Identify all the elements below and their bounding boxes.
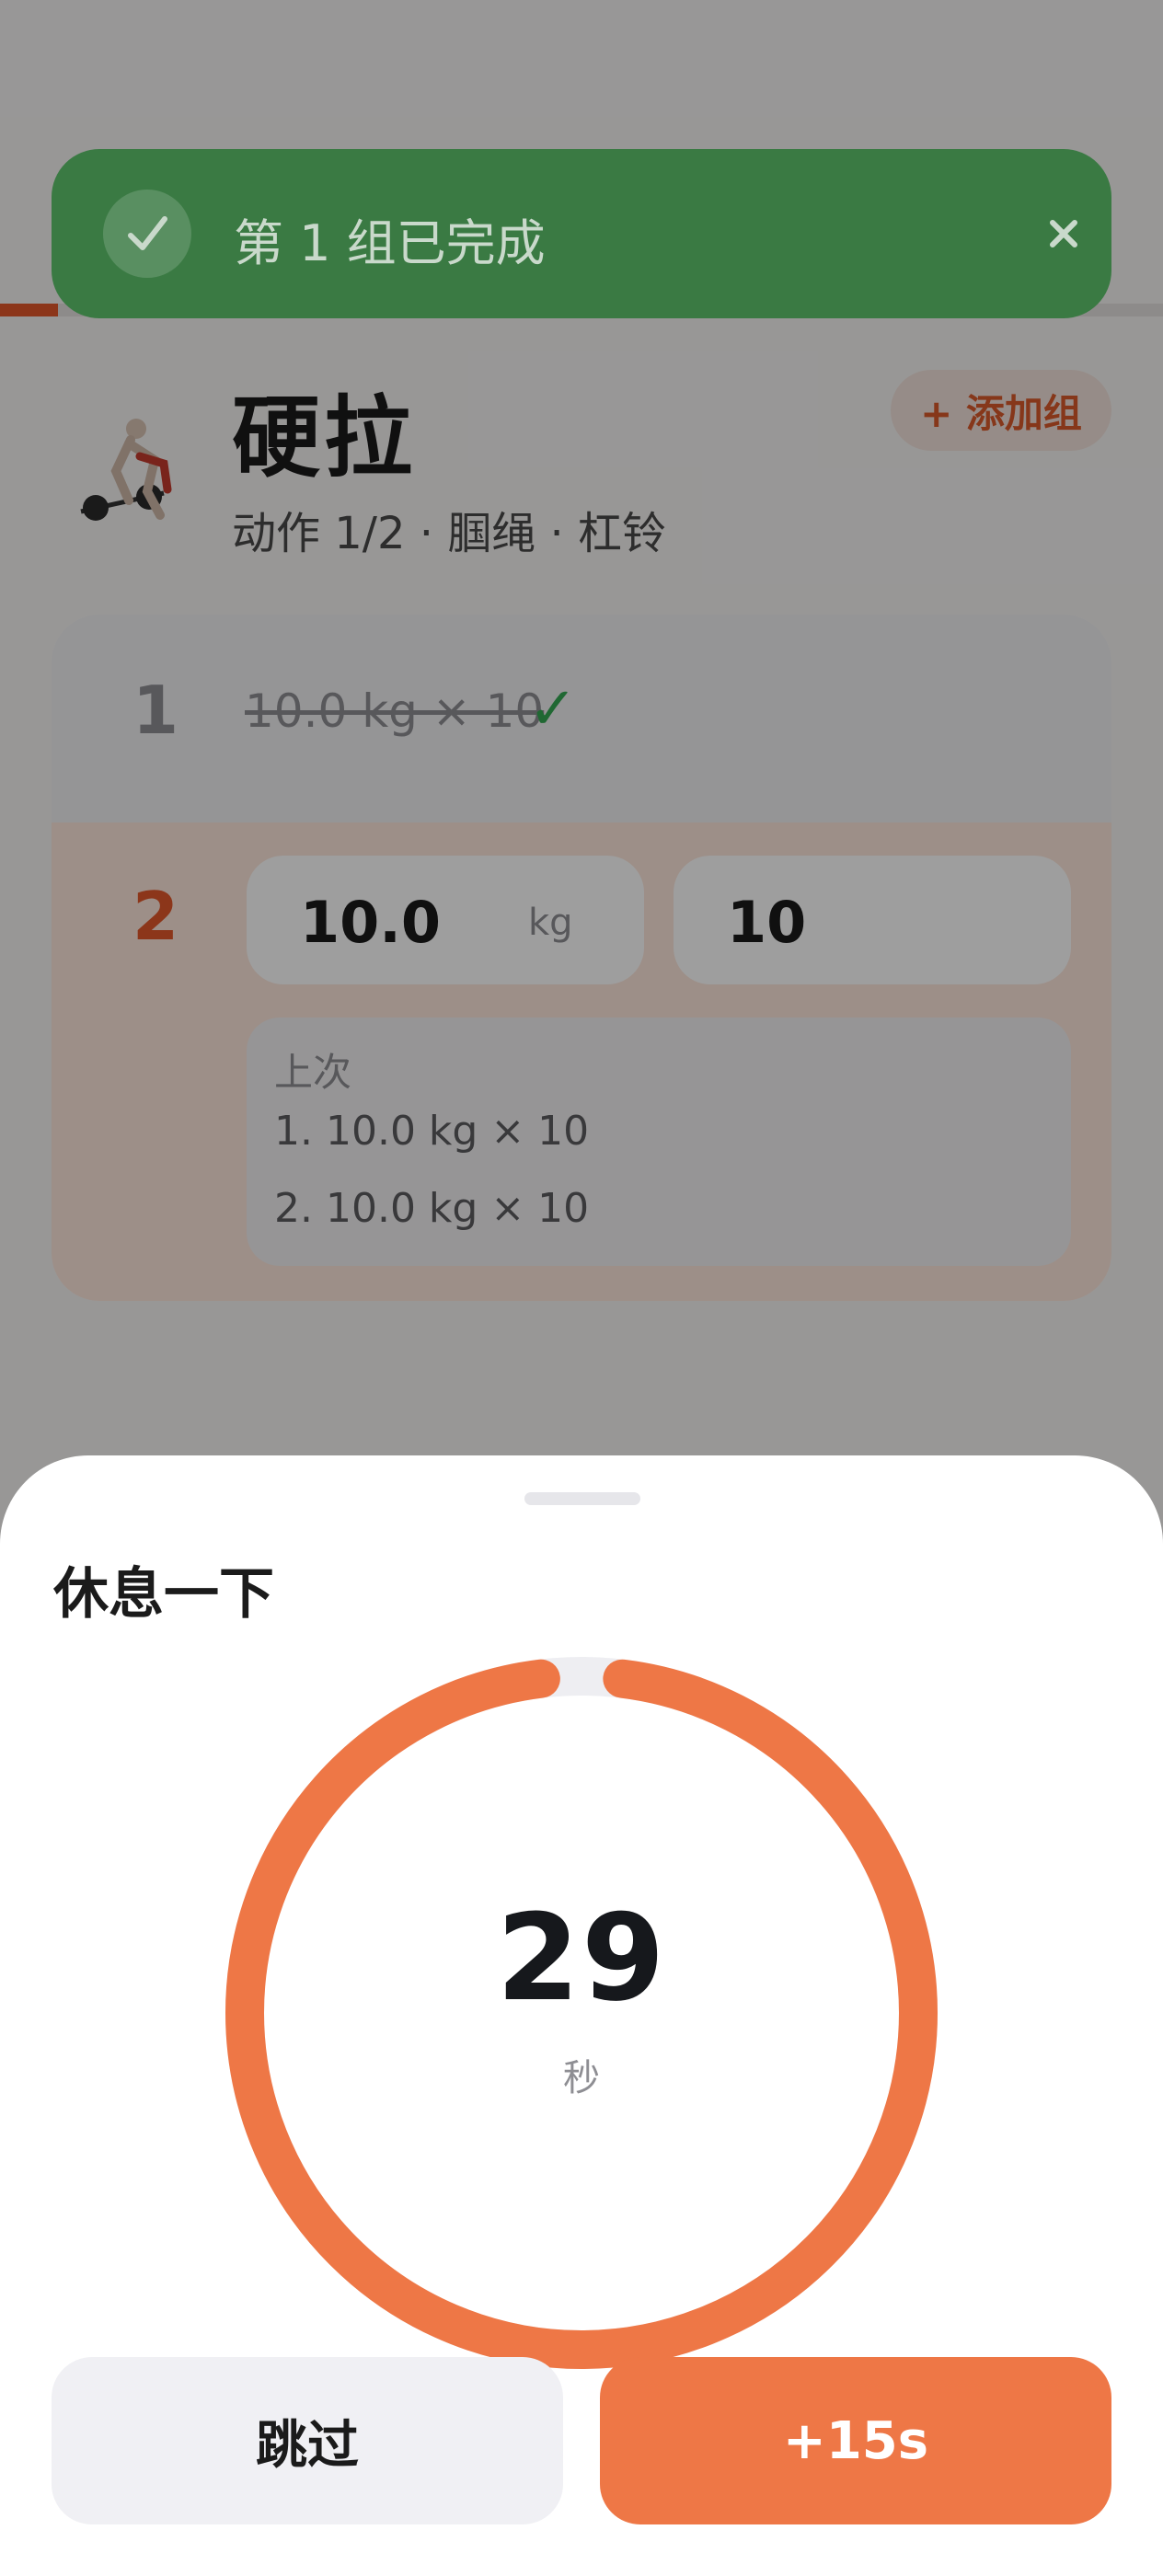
add-15s-button[interactable]: +15s bbox=[600, 2357, 1111, 2524]
sheet-drag-handle[interactable] bbox=[524, 1492, 640, 1505]
set-complete-toast: 第 1 组已完成 bbox=[52, 149, 1111, 318]
timer-unit: 秒 bbox=[563, 2057, 600, 2099]
timer-seconds: 29 bbox=[496, 1888, 667, 2028]
toast-message: 第 1 组已完成 bbox=[234, 214, 546, 272]
check-icon bbox=[103, 190, 191, 278]
skip-rest-button[interactable]: 跳过 bbox=[52, 2357, 563, 2524]
sheet-title: 休息一下 bbox=[53, 1562, 274, 1627]
close-icon[interactable] bbox=[1036, 206, 1091, 261]
rest-timer-sheet: 休息一下 29 秒 跳过 +15s bbox=[0, 1455, 1163, 2576]
screen: 硬拉 动作 1/2 · 腘绳 · 杠铃 + 添加组 1 10.0 kg × 10… bbox=[0, 0, 1163, 2576]
